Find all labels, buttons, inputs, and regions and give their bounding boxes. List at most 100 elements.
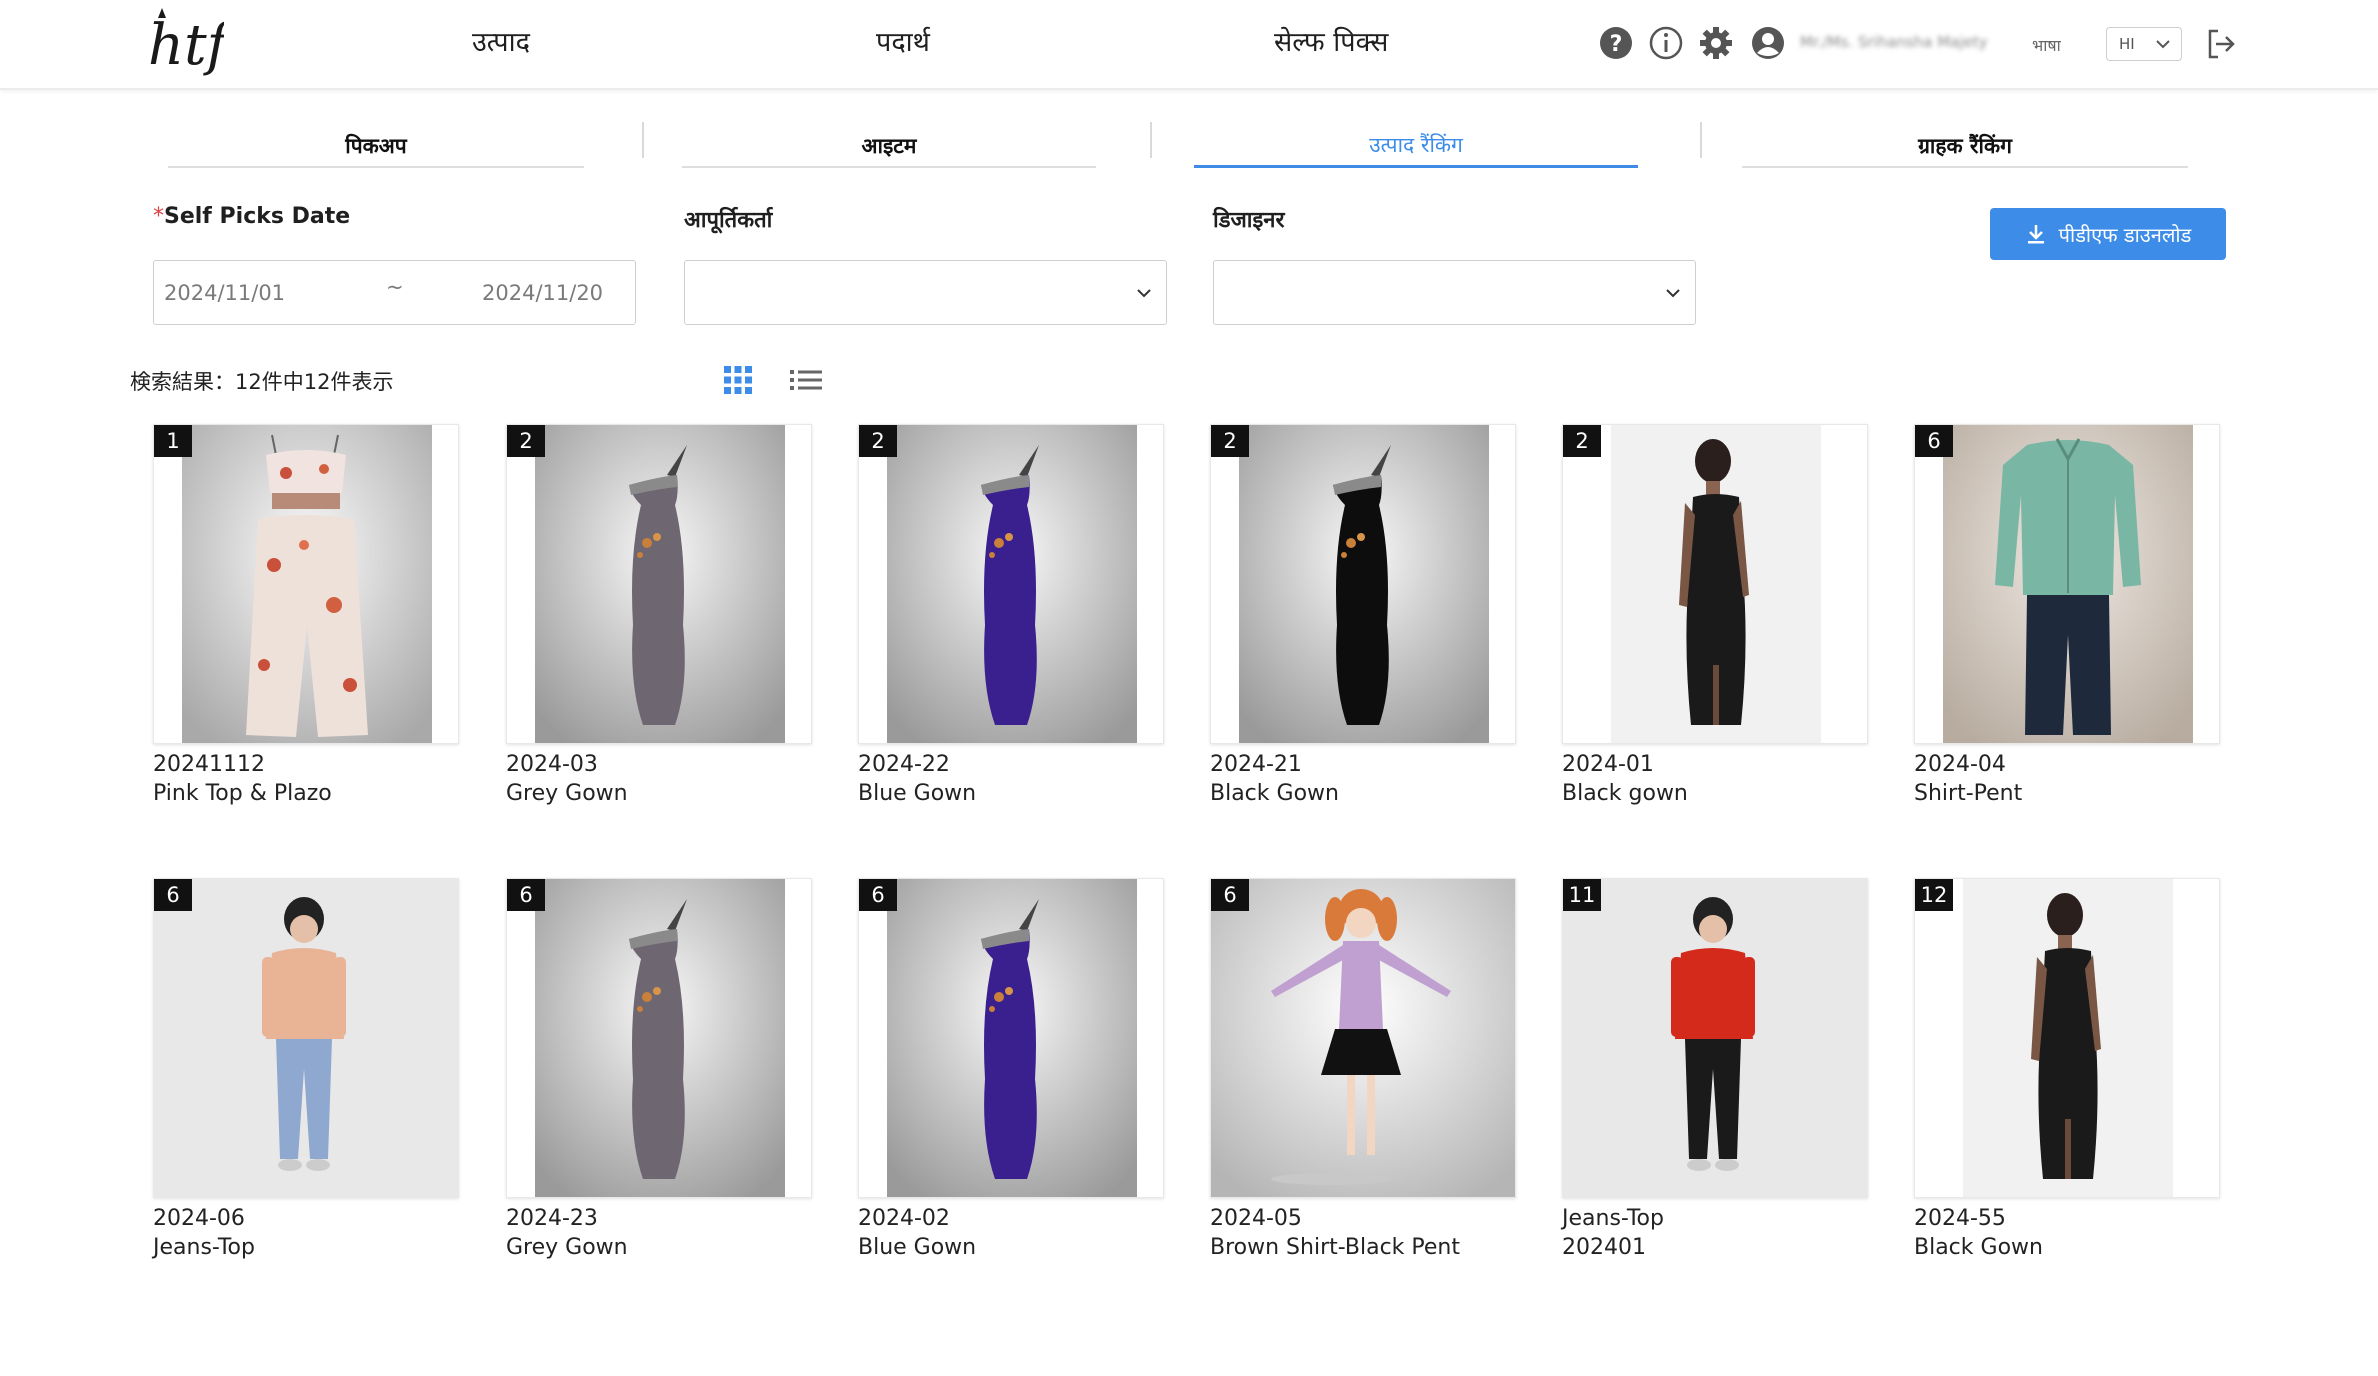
product-code: 2024-04 <box>1914 752 2006 777</box>
top-navigation-bar: htf उत्पाद पदार्थ सेल्फ पिक्स ? Mr./Ms. … <box>0 0 2378 90</box>
language-label: भाषा <box>2032 36 2061 55</box>
rank-badge: 2 <box>507 425 545 457</box>
product-thumbnail[interactable]: 2 <box>506 424 812 744</box>
nav-materials[interactable]: पदार्थ <box>876 22 930 59</box>
date-from-input[interactable]: 2024/11/01 <box>164 281 285 305</box>
product-thumbnail[interactable]: 2 <box>1210 424 1516 744</box>
product-card[interactable]: 12 2024-55 Black Gown <box>1914 878 2220 1260</box>
product-image <box>1963 879 2173 1197</box>
date-filter-label: *Self Picks Date <box>153 204 350 229</box>
product-thumbnail[interactable]: 6 <box>153 878 459 1198</box>
rank-badge: 6 <box>154 879 192 911</box>
designer-filter-label: डिजाइनर <box>1213 208 1285 233</box>
product-card[interactable]: 2 2024-22 Blue Gown <box>858 424 1164 806</box>
list-view-icon[interactable] <box>788 364 824 396</box>
chevron-down-icon <box>1666 289 1680 298</box>
grid-view-icon[interactable] <box>722 364 754 396</box>
rank-badge: 2 <box>859 425 897 457</box>
product-image <box>1563 879 1867 1197</box>
product-thumbnail[interactable]: 6 <box>858 878 1164 1198</box>
product-image <box>154 879 458 1197</box>
rank-badge: 11 <box>1563 879 1601 911</box>
product-image <box>1611 425 1821 743</box>
product-thumbnail[interactable]: 12 <box>1914 878 2220 1198</box>
product-thumbnail[interactable]: 11 <box>1562 878 1868 1198</box>
product-thumbnail[interactable]: 2 <box>1562 424 1868 744</box>
product-code: 2024-05 <box>1210 1206 1302 1231</box>
product-code: 2024-03 <box>506 752 598 777</box>
tab-customer-ranking[interactable]: ग्राहक रैंकिंग <box>1742 122 2188 168</box>
product-code: 2024-23 <box>506 1206 598 1231</box>
product-card[interactable]: 2 2024-01 Black gown <box>1562 424 1868 806</box>
nav-products[interactable]: उत्पाद <box>472 22 530 59</box>
rank-badge: 1 <box>154 425 192 457</box>
chevron-down-icon <box>2156 40 2170 49</box>
help-icon[interactable]: ? <box>1598 25 1634 61</box>
required-mark: * <box>153 204 164 229</box>
product-code: 2024-06 <box>153 1206 245 1231</box>
product-card[interactable]: 11 Jeans-Top 202401 <box>1562 878 1868 1260</box>
product-thumbnail[interactable]: 6 <box>1914 424 2220 744</box>
svg-text:?: ? <box>1610 32 1623 57</box>
product-card[interactable]: 6 2024-06 Jeans-Top <box>153 878 459 1260</box>
gear-icon[interactable] <box>1698 25 1734 61</box>
tab-product-ranking[interactable]: उत्पाद रैंकिंग <box>1194 122 1638 168</box>
result-summary: 検索結果：12件中12件表示 <box>130 370 394 394</box>
product-name: Pink Top & Plazo <box>153 781 332 806</box>
product-code: 2024-21 <box>1210 752 1302 777</box>
tab-items[interactable]: आइटम <box>682 122 1096 168</box>
product-name: Blue Gown <box>858 781 977 806</box>
product-thumbnail[interactable]: 2 <box>858 424 1164 744</box>
designer-select[interactable] <box>1213 260 1696 325</box>
product-image <box>1943 425 2193 743</box>
language-select[interactable]: HI <box>2106 27 2182 61</box>
rank-badge: 2 <box>1563 425 1601 457</box>
product-name: Black gown <box>1562 781 1688 806</box>
product-card[interactable]: 6 2024-04 Shirt-Pent <box>1914 424 2220 806</box>
language-value: HI <box>2119 35 2135 53</box>
brand-logo[interactable]: htf <box>144 4 224 82</box>
product-name: Blue Gown <box>858 1235 977 1260</box>
supplier-select[interactable] <box>684 260 1167 325</box>
product-card[interactable]: 1 20241112 Pink Top & Plazo <box>153 424 459 806</box>
tab-pickup[interactable]: पिकअप <box>168 122 584 168</box>
download-icon <box>2027 225 2044 244</box>
rank-badge: 6 <box>859 879 897 911</box>
chevron-down-icon <box>1137 289 1151 298</box>
user-icon[interactable] <box>1750 25 1786 61</box>
product-thumbnail[interactable]: 1 <box>153 424 459 744</box>
date-to-input[interactable]: 2024/11/20 <box>482 281 603 305</box>
tab-divider <box>642 122 644 158</box>
date-separator: ~ <box>386 275 404 299</box>
product-name: Jeans-Top <box>153 1235 255 1260</box>
product-code: Jeans-Top <box>1562 1206 1664 1231</box>
product-code: 20241112 <box>153 752 265 777</box>
product-card[interactable]: 6 2024-23 Grey Gown <box>506 878 812 1260</box>
product-thumbnail[interactable]: 6 <box>506 878 812 1198</box>
product-code: 2024-22 <box>858 752 950 777</box>
product-thumbnail[interactable]: 6 <box>1210 878 1516 1198</box>
product-code: 2024-02 <box>858 1206 950 1231</box>
product-card[interactable]: 6 2024-02 Blue Gown <box>858 878 1164 1260</box>
product-name: Brown Shirt-Black Pent <box>1210 1235 1460 1260</box>
info-icon[interactable] <box>1648 25 1684 61</box>
product-image <box>182 425 432 743</box>
supplier-filter-label: आपूर्तिकर्ता <box>684 208 773 233</box>
svg-text:htf: htf <box>148 13 224 78</box>
product-card[interactable]: 6 2024-05 Brown Shirt-Black Pent <box>1210 878 1516 1260</box>
product-image <box>887 425 1137 743</box>
rank-badge: 6 <box>1915 425 1953 457</box>
product-image <box>535 425 785 743</box>
logout-icon[interactable] <box>2204 27 2238 61</box>
product-card[interactable]: 2 2024-21 Black Gown <box>1210 424 1516 806</box>
product-image <box>1211 879 1515 1197</box>
tab-divider <box>1700 122 1702 158</box>
product-code: 2024-55 <box>1914 1206 2006 1231</box>
nav-self-picks[interactable]: सेल्फ पिक्स <box>1274 22 1388 59</box>
pdf-download-button[interactable]: पीडीएफ डाउनलोड <box>1990 208 2226 260</box>
product-card[interactable]: 2 2024-03 Grey Gown <box>506 424 812 806</box>
tab-divider <box>1150 122 1152 158</box>
product-name: Shirt-Pent <box>1914 781 2023 806</box>
product-image <box>887 879 1137 1197</box>
date-range-picker[interactable]: 2024/11/01 ~ 2024/11/20 <box>153 260 636 325</box>
